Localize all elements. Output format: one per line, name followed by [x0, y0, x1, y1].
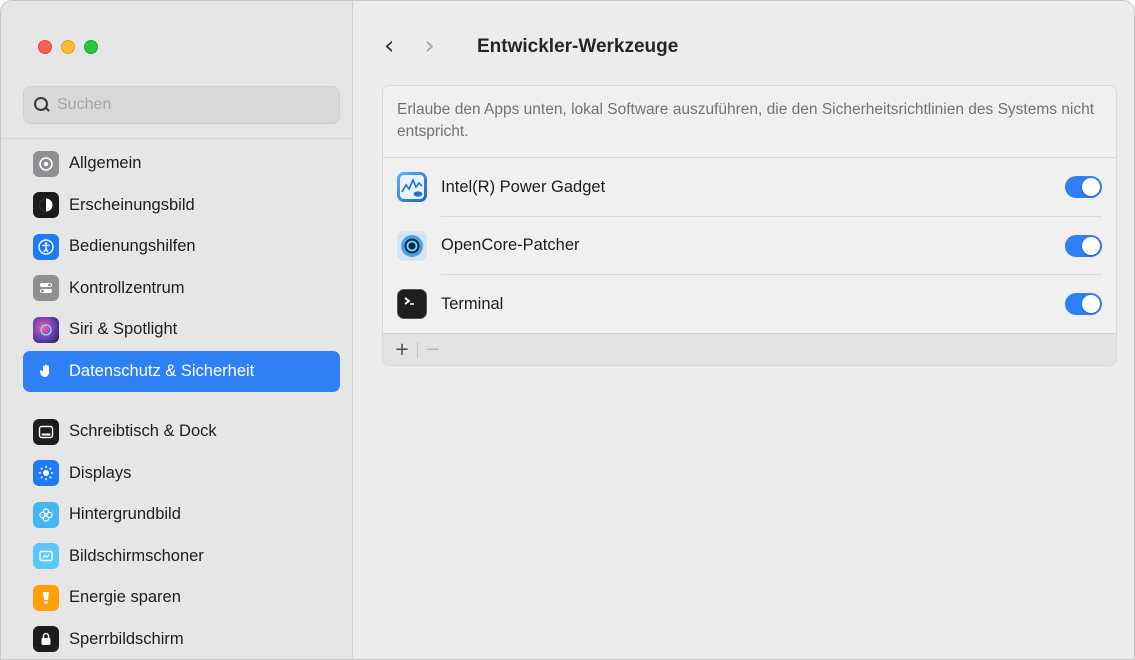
add-app-button[interactable]: + — [391, 339, 413, 360]
search-icon — [33, 96, 51, 114]
card-footer: + − — [383, 333, 1116, 365]
sidebar-item-hintergrundbild[interactable]: Hintergrundbild — [23, 494, 340, 536]
gear-icon — [33, 150, 59, 177]
sidebar-item-label: Allgemein — [69, 154, 142, 173]
page-title: Entwickler-Werkzeuge — [477, 36, 679, 57]
sidebar-item-label: Schreibtisch & Dock — [69, 422, 217, 441]
sidebar-item-allgemein[interactable]: Allgemein — [23, 143, 340, 185]
sidebar-item-kontrollzentrum[interactable]: Kontrollzentrum — [23, 268, 340, 310]
footer-divider — [417, 341, 418, 358]
remove-app-button[interactable]: − — [422, 339, 444, 360]
sidebar-item-label: Erscheinungsbild — [69, 195, 195, 214]
screensaver-icon — [33, 543, 59, 570]
main-panel: ‹ › Entwickler-Werkzeuge Erlaube den App… — [354, 1, 1134, 659]
sidebar-item-label: Siri & Spotlight — [69, 320, 178, 339]
sidebar-divider — [1, 138, 353, 139]
settings-window: Allgemein Erscheinungsbild Bedienungshil… — [0, 0, 1135, 660]
window-controls — [38, 40, 98, 54]
sidebar-item-energie-sparen[interactable]: Energie sparen — [23, 577, 340, 619]
sidebar-item-erscheinungsbild[interactable]: Erscheinungsbild — [23, 185, 340, 227]
siri-icon — [33, 316, 59, 343]
sidebar-item-label: Displays — [69, 463, 132, 482]
accessibility-icon — [33, 233, 59, 260]
card-description: Erlaube den Apps unten, lokal Software a… — [383, 86, 1116, 158]
sidebar-item-displays[interactable]: Displays — [23, 453, 340, 495]
sidebar-item-label: Sperrbildschirm — [69, 629, 184, 648]
sidebar-group-spacer — [23, 392, 340, 411]
hand-icon — [33, 358, 59, 385]
sidebar: Allgemein Erscheinungsbild Bedienungshil… — [1, 1, 353, 660]
app-toggle-terminal[interactable] — [1065, 293, 1102, 316]
maximize-window-button[interactable] — [84, 40, 98, 54]
search-input[interactable] — [57, 96, 327, 114]
developer-tools-card: Erlaube den Apps unten, lokal Software a… — [382, 85, 1117, 366]
search-field[interactable] — [23, 86, 340, 124]
sidebar-item-siri-spotlight[interactable]: Siri & Spotlight — [23, 309, 340, 351]
close-window-button[interactable] — [38, 40, 52, 54]
app-row-terminal: Terminal — [383, 275, 1116, 334]
history-navigation: ‹ › — [384, 31, 435, 61]
minimize-window-button[interactable] — [61, 40, 75, 54]
sidebar-item-schreibtisch-dock[interactable]: Schreibtisch & Dock — [23, 411, 340, 453]
app-toggle-intel-power-gadget[interactable] — [1065, 176, 1102, 199]
app-toggle-opencore-patcher[interactable] — [1065, 234, 1102, 257]
sidebar-item-sperrbildschirm[interactable]: Sperrbildschirm — [23, 619, 340, 660]
sidebar-item-label: Kontrollzentrum — [69, 278, 185, 297]
lock-icon — [33, 626, 59, 653]
app-row-opencore-patcher: OpenCore-Patcher — [383, 217, 1116, 275]
sidebar-item-bedienungshilfen[interactable]: Bedienungshilfen — [23, 226, 340, 268]
battery-icon — [33, 584, 59, 611]
dock-icon — [33, 418, 59, 445]
app-row-intel-power-gadget: Intel(R) Power Gadget — [383, 158, 1116, 217]
sidebar-item-label: Bildschirmschoner — [69, 546, 204, 565]
sidebar-item-datenschutz-sicherheit[interactable]: Datenschutz & Sicherheit — [23, 350, 340, 392]
app-name: Intel(R) Power Gadget — [441, 177, 606, 196]
forward-button[interactable]: › — [424, 31, 434, 61]
control-center-icon — [33, 275, 59, 302]
sidebar-nav: Allgemein Erscheinungsbild Bedienungshil… — [23, 143, 340, 660]
app-name: OpenCore-Patcher — [441, 236, 580, 255]
opencore-icon — [397, 230, 427, 261]
sidebar-item-label: Datenschutz & Sicherheit — [69, 361, 255, 380]
app-name: Terminal — [441, 294, 504, 313]
back-button[interactable]: ‹ — [384, 31, 394, 61]
sidebar-item-bildschirmschoner[interactable]: Bildschirmschoner — [23, 536, 340, 578]
sidebar-item-label: Hintergrundbild — [69, 505, 181, 524]
power-gadget-icon — [397, 172, 427, 203]
terminal-icon — [397, 289, 427, 320]
appearance-icon — [33, 192, 59, 219]
flower-icon — [33, 501, 59, 528]
sidebar-item-label: Bedienungshilfen — [69, 237, 196, 256]
sidebar-item-label: Energie sparen — [69, 588, 181, 607]
sun-icon — [33, 460, 59, 487]
